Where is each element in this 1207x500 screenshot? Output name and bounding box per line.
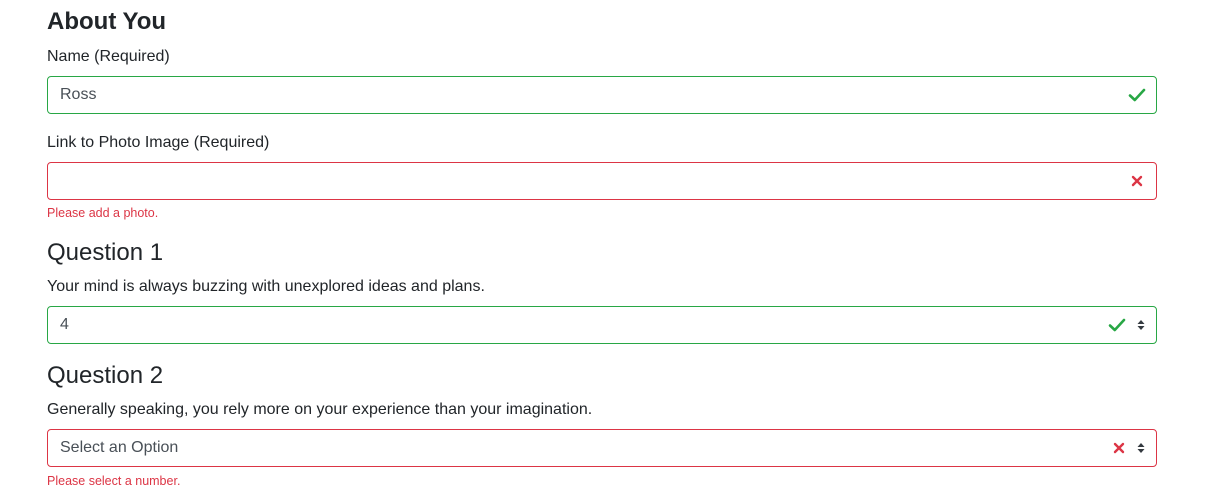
photo-error-message: Please add a photo.	[47, 206, 159, 220]
question-2-select-value: Select an Option	[60, 439, 179, 456]
name-input-value: Ross	[60, 86, 97, 103]
section-heading-question-2: Question 2	[47, 362, 164, 389]
x-icon	[1112, 430, 1126, 466]
question-1-prompt: Your mind is always buzzing with unexplo…	[47, 278, 485, 295]
question-1-select-value: 4	[60, 316, 69, 333]
photo-url-input[interactable]	[47, 162, 1157, 200]
question-2-error-message: Please select a number.	[47, 474, 181, 488]
profile-form: About You Name (Required) Ross Link to P…	[0, 0, 1207, 500]
name-label: Name (Required)	[47, 48, 170, 65]
question-2-prompt: Generally speaking, you rely more on you…	[47, 401, 593, 418]
sort-caret-icon	[1136, 430, 1146, 466]
x-icon	[1130, 163, 1144, 199]
check-icon	[1106, 307, 1128, 343]
check-icon	[1126, 77, 1148, 113]
sort-caret-icon	[1136, 307, 1146, 343]
section-heading-about: About You	[47, 8, 167, 35]
name-input[interactable]: Ross	[47, 76, 1157, 114]
question-2-select[interactable]: Select an Option	[47, 429, 1157, 467]
question-1-select[interactable]: 4	[47, 306, 1157, 344]
photo-label: Link to Photo Image (Required)	[47, 134, 270, 151]
section-heading-question-1: Question 1	[47, 239, 164, 266]
